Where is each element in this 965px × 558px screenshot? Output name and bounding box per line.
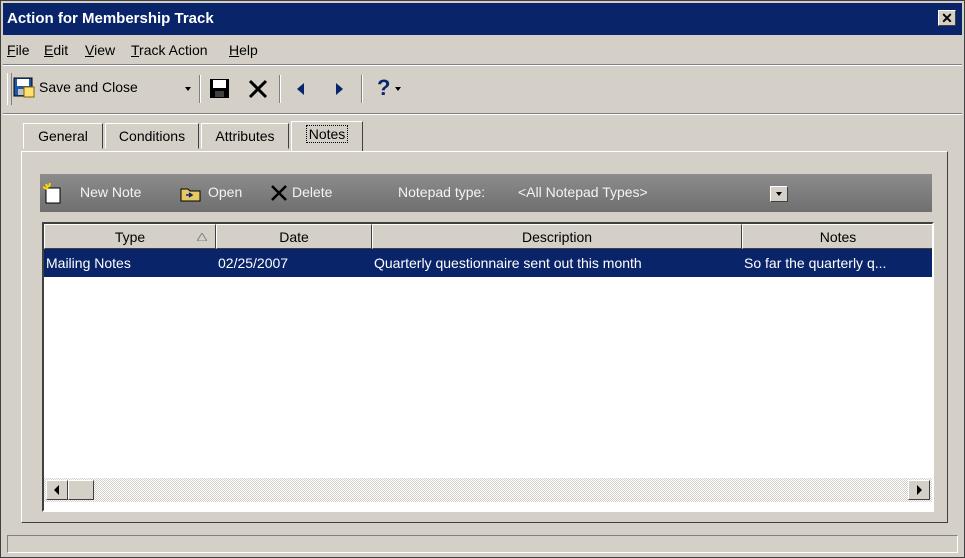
scroll-thumb[interactable] <box>68 480 94 500</box>
save-and-close-label: Save and Close <box>39 79 138 95</box>
column-header-type[interactable]: Type <box>44 224 216 249</box>
next-icon[interactable] <box>331 80 347 98</box>
chevron-down-icon[interactable] <box>395 87 403 93</box>
column-header-date[interactable]: Date <box>216 224 372 249</box>
title-bar: Action for Membership Track ✕ <box>3 3 962 35</box>
tab-attributes[interactable]: Attributes <box>201 123 289 149</box>
sort-ascending-icon <box>197 233 207 241</box>
menu-help[interactable]: Help <box>229 42 258 58</box>
column-header-notes[interactable]: Notes <box>742 224 932 249</box>
close-button[interactable]: ✕ <box>938 10 956 26</box>
menu-separator <box>3 64 962 66</box>
save-close-icon <box>13 77 35 98</box>
toolbar-separator <box>3 113 962 115</box>
save-and-close-button[interactable]: Save and Close <box>13 75 201 103</box>
save-icon[interactable] <box>209 78 231 100</box>
menu-view[interactable]: View <box>85 42 115 58</box>
toolbar: Save and Close ? <box>3 67 962 111</box>
notes-grid: Type Date Description Notes Mailing Note… <box>42 222 934 512</box>
toolbar-divider <box>279 75 281 103</box>
delete-icon[interactable] <box>247 78 269 100</box>
help-icon[interactable]: ? <box>377 75 390 101</box>
horizontal-scrollbar[interactable] <box>44 478 932 502</box>
tab-conditions[interactable]: Conditions <box>105 123 199 149</box>
open-button[interactable]: Open <box>180 178 260 208</box>
arrow-right-icon <box>917 485 922 495</box>
toolbar-divider <box>361 75 363 103</box>
notepad-type-value[interactable]: <All Notepad Types> <box>518 184 648 200</box>
previous-icon[interactable] <box>293 80 309 98</box>
scroll-right-button[interactable] <box>908 480 930 500</box>
cell-description: Quarterly questionnaire sent out this mo… <box>374 255 642 271</box>
window-title: Action for Membership Track <box>7 10 214 27</box>
new-note-button[interactable]: New Note <box>42 178 160 208</box>
tab-general[interactable]: General <box>23 123 103 149</box>
notepad-type-label: Notepad type: <box>398 184 486 200</box>
toolbar-grip[interactable] <box>7 73 12 105</box>
chevron-down-icon[interactable] <box>185 87 193 93</box>
delete-label: Delete <box>292 184 333 200</box>
folder-open-icon <box>180 188 201 202</box>
arrow-left-icon <box>54 485 59 495</box>
status-bar <box>7 535 958 553</box>
table-row[interactable]: Mailing Notes 02/25/2007 Quarterly quest… <box>44 249 932 277</box>
close-icon: ✕ <box>941 10 953 26</box>
notes-toolbar: New Note Open Delete Notepad type: <All … <box>40 174 932 212</box>
menu-edit[interactable]: Edit <box>44 42 68 58</box>
delete-note-button[interactable]: Delete <box>270 178 360 208</box>
scroll-left-button[interactable] <box>46 480 68 500</box>
cell-notes: So far the quarterly q... <box>744 255 887 271</box>
new-note-icon <box>42 182 61 204</box>
delete-icon <box>271 185 287 201</box>
open-label: Open <box>208 184 243 200</box>
column-header-description[interactable]: Description <box>372 224 742 249</box>
menu-track-action[interactable]: Track Action <box>131 42 208 58</box>
menu-bar: File Edit View Track Action Help <box>3 37 962 63</box>
notepad-type-dropdown-button[interactable] <box>770 186 788 202</box>
toolbar-divider <box>199 75 201 103</box>
tab-notes[interactable]: Notes <box>291 121 363 151</box>
cell-type: Mailing Notes <box>46 255 131 271</box>
notes-panel: New Note Open Delete Notepad type: <All … <box>21 151 948 523</box>
new-note-label: New Note <box>80 184 142 200</box>
cell-date: 02/25/2007 <box>218 255 289 271</box>
menu-file[interactable]: File <box>7 42 30 58</box>
action-window: Action for Membership Track ✕ File Edit … <box>0 0 965 558</box>
